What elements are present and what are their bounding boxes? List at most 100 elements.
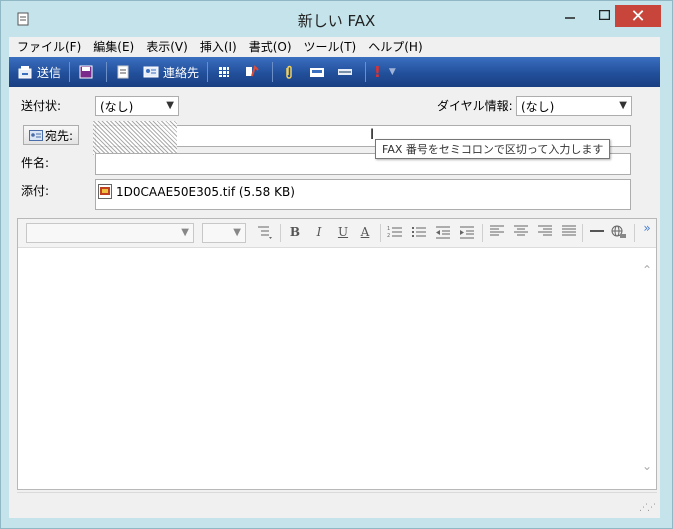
justify-button[interactable]	[560, 225, 578, 241]
insert-hyperlink-button[interactable]	[610, 225, 628, 241]
toolbar-separator	[207, 62, 209, 82]
align-right-button[interactable]	[536, 225, 554, 241]
font-size-combo[interactable]: ▼	[202, 223, 246, 243]
attachment-item[interactable]: 1D0CAAE50E305.tif (5.58 KB)	[98, 184, 295, 199]
minimize-icon	[565, 17, 575, 19]
redacted-recipient	[93, 121, 177, 155]
contacts-button[interactable]: 連絡先	[139, 60, 203, 84]
numbered-list-icon: 12	[387, 226, 402, 239]
horizontal-line-button[interactable]	[588, 225, 606, 241]
grid-icon	[219, 67, 230, 77]
underline-button[interactable]: U	[334, 225, 352, 241]
fax-window: 新しい FAX ✕ ファイル(F) 編集(E) 表示(V) 挿入(I) 書式(O…	[0, 0, 673, 529]
client-area: ファイル(F) 編集(E) 表示(V) 挿入(I) 書式(O) ツール(T) ヘ…	[9, 37, 660, 518]
cover-page-select[interactable]: (なし) ▼	[95, 96, 179, 116]
menu-format[interactable]: 書式(O)	[245, 38, 300, 55]
save-button[interactable]	[74, 60, 102, 84]
chevron-down-icon: ▼	[166, 100, 174, 111]
svg-text:2: 2	[387, 233, 390, 239]
dialing-rule-label: ダイヤル情報:	[437, 99, 513, 113]
format-separator	[634, 224, 635, 242]
main-toolbar: 送信 連絡先 ! ▼	[9, 57, 660, 87]
attachment-box[interactable]: 1D0CAAE50E305.tif (5.58 KB)	[95, 179, 631, 210]
menu-bar: ファイル(F) 編集(E) 表示(V) 挿入(I) 書式(O) ツール(T) ヘ…	[9, 37, 664, 55]
svg-text:1: 1	[387, 226, 390, 232]
resize-grip-icon[interactable]: ⋰⋰	[639, 503, 656, 513]
subject-label: 件名:	[21, 156, 50, 170]
insert-table-button[interactable]	[212, 60, 240, 84]
text-cursor-icon: I	[370, 127, 375, 143]
message-editor[interactable]: ▼ ▼ B I U A 12 » ⌃ ⌄	[17, 218, 657, 490]
toolbar-separator	[106, 62, 108, 82]
align-right-icon	[538, 225, 552, 236]
menu-tools[interactable]: ツール(T)	[300, 38, 365, 55]
scan-button[interactable]	[305, 60, 333, 84]
tiff-file-icon	[98, 184, 112, 199]
insert-picture-button[interactable]	[333, 60, 361, 84]
minimize-button[interactable]	[555, 1, 585, 29]
decrease-indent-button[interactable]	[434, 225, 452, 241]
more-options-button[interactable]: »	[638, 221, 656, 237]
bold-button[interactable]: B	[286, 225, 304, 241]
align-left-button[interactable]	[488, 225, 506, 241]
menu-edit[interactable]: 編集(E)	[89, 38, 142, 55]
attachment-filename: 1D0CAAE50E305.tif (5.58 KB)	[116, 184, 295, 199]
scroll-up-icon[interactable]: ⌃	[642, 263, 652, 277]
italic-button[interactable]: I	[310, 225, 328, 241]
scanner-icon	[310, 68, 325, 77]
increase-indent-button[interactable]	[458, 225, 476, 241]
to-button-label: 宛先:	[44, 128, 74, 143]
contact-card-icon	[143, 66, 159, 78]
spell-check-icon	[246, 65, 259, 77]
contact-card-icon	[28, 129, 43, 141]
menu-view[interactable]: 表示(V)	[142, 38, 196, 55]
align-left-icon	[490, 225, 504, 236]
justify-icon	[562, 225, 576, 236]
menu-insert[interactable]: 挿入(I)	[196, 38, 245, 55]
priority-icon: !	[374, 63, 381, 81]
chevron-down-icon: ▼	[619, 100, 627, 111]
bullet-list-button[interactable]	[410, 225, 428, 241]
dialing-rule-value: (なし)	[521, 99, 555, 114]
paperclip-icon	[286, 65, 292, 79]
toolbar-separator	[365, 62, 367, 82]
indent-icon	[460, 226, 474, 239]
fax-header-form: 送付状: (なし) ▼ ダイヤル情報: (なし) ▼ 宛先: 件名: 添付: 1…	[9, 87, 660, 215]
numbered-list-button[interactable]: 12	[386, 225, 404, 241]
menu-help[interactable]: ヘルプ(H)	[364, 38, 430, 55]
paragraph-list-icon	[258, 226, 272, 239]
align-center-icon	[514, 225, 528, 236]
outdent-icon	[436, 226, 450, 239]
close-icon: ✕	[630, 5, 646, 27]
align-center-button[interactable]	[512, 225, 530, 241]
menu-file[interactable]: ファイル(F)	[13, 38, 89, 55]
save-disk-icon	[79, 65, 93, 79]
font-name-combo[interactable]: ▼	[26, 223, 194, 243]
format-separator	[380, 224, 381, 242]
cover-page-value: (なし)	[100, 99, 134, 114]
scroll-down-icon[interactable]: ⌄	[642, 459, 652, 473]
close-button[interactable]: ✕	[615, 5, 661, 27]
format-separator	[280, 224, 281, 242]
horizontal-rule-icon	[590, 230, 604, 232]
recipient-tooltip: FAX 番号をセミコロンで区切って入力します	[375, 139, 611, 159]
priority-button[interactable]: ! ▼	[370, 60, 400, 84]
to-button[interactable]: 宛先:	[23, 125, 79, 145]
dialing-rule-select[interactable]: (なし) ▼	[516, 96, 632, 116]
picture-strip-icon	[338, 69, 353, 75]
editor-scrollbar[interactable]: ⌃ ⌄	[639, 247, 656, 489]
send-label: 送信	[37, 65, 62, 80]
spell-check-button[interactable]	[240, 60, 268, 84]
title-bar[interactable]: 新しい FAX ✕	[1, 1, 672, 37]
bullet-list-icon	[412, 227, 426, 237]
send-button[interactable]: 送信	[13, 60, 65, 84]
chevron-down-icon: ▼	[181, 227, 189, 238]
contacts-label: 連絡先	[163, 65, 200, 80]
attachment-label: 添付:	[21, 184, 50, 198]
status-bar: ⋰⋰	[17, 492, 657, 515]
font-color-button[interactable]: A	[356, 225, 374, 241]
cover-page-button[interactable]	[111, 60, 139, 84]
attach-button[interactable]	[277, 60, 305, 84]
chevron-down-icon[interactable]: ▼	[389, 67, 396, 77]
paragraph-style-button[interactable]	[256, 225, 274, 241]
